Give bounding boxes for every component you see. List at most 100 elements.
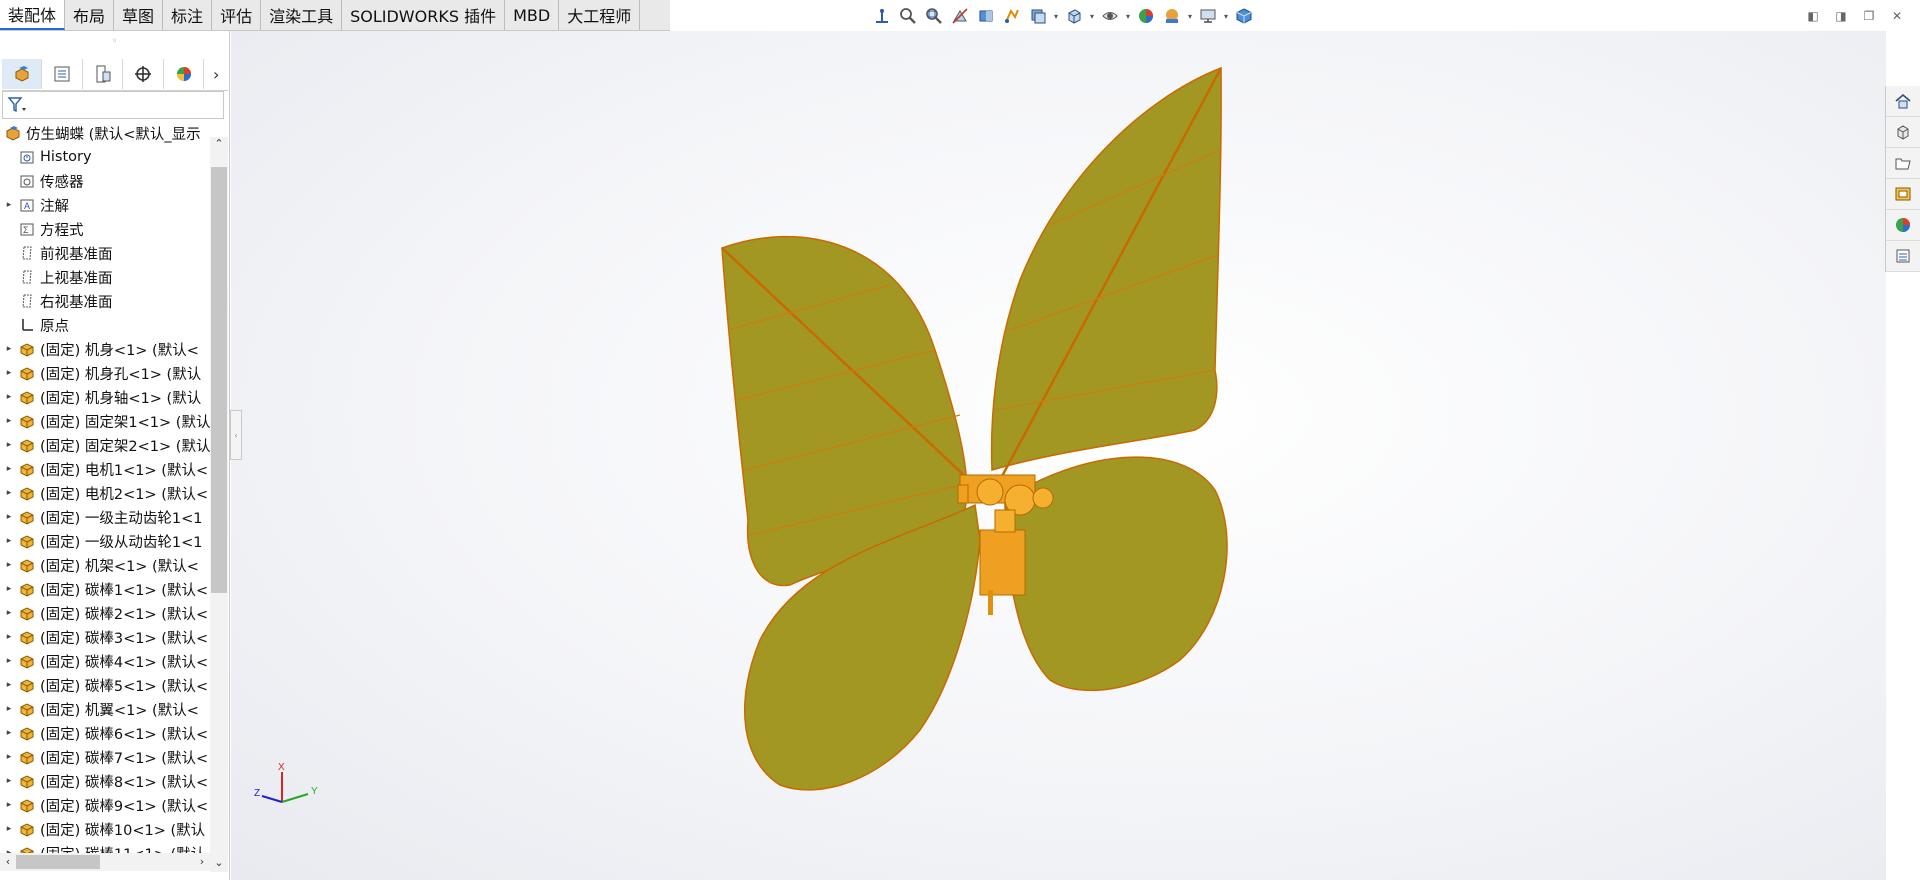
panel-collapse-handle[interactable]: ‹ [230,410,242,460]
scroll-right-icon[interactable]: › [194,853,210,871]
scroll-up-icon[interactable]: ⌃ [210,137,228,153]
tree-item[interactable]: ▸ A 注解 [0,193,210,217]
3d-view-icon[interactable] [1232,4,1256,28]
hide-show-icon[interactable] [1098,4,1122,28]
expand-arrow-icon[interactable]: ▸ [0,656,18,666]
expand-arrow-icon[interactable]: ▸ [0,488,18,498]
tree-item[interactable]: Σ 方程式 [0,217,210,241]
tree-item[interactable]: ▸ (固定) 碳棒7<1> (默认< [0,745,210,769]
tree-item[interactable]: ▸ (固定) 电机1<1> (默认< [0,457,210,481]
expand-arrow-icon[interactable]: ▸ [0,200,18,210]
custom-properties-icon[interactable] [1886,241,1920,272]
expand-arrow-icon[interactable]: ▸ [0,368,18,378]
tree-item[interactable]: 右视基准面 [0,289,210,313]
butterfly-model[interactable] [231,31,1886,880]
tree-item[interactable]: ▸ (固定) 碳棒2<1> (默认< [0,601,210,625]
panel-grip-icon[interactable]: ◦ [0,31,229,51]
tree-item[interactable]: ▸ (固定) 电机2<1> (默认< [0,481,210,505]
tab-7[interactable]: MBD [505,0,560,30]
tree-item[interactable]: 传感器 [0,169,210,193]
tree-item[interactable]: ▸ (固定) 机身<1> (默认< [0,337,210,361]
expand-arrow-icon[interactable]: ▸ [0,416,18,426]
property-manager-tab[interactable] [42,59,83,89]
file-explorer-icon[interactable] [1886,148,1920,179]
expand-arrow-icon[interactable]: ▸ [0,728,18,738]
expand-arrow-icon[interactable]: ▸ [0,464,18,474]
tree-item[interactable]: ▸ (固定) 机身轴<1> (默认 [0,385,210,409]
filter-icon[interactable] [7,96,27,114]
previous-view-icon[interactable] [948,4,972,28]
graphics-area[interactable] [231,31,1886,880]
tab-0[interactable]: 装配体 [0,0,66,30]
tree-item[interactable]: ▸ (固定) 机翼<1> (默认< [0,697,210,721]
tree-item[interactable]: ▸ (固定) 碳棒8<1> (默认< [0,769,210,793]
configuration-manager-tab[interactable] [83,59,124,89]
display-style-dropdown-icon[interactable]: ▾ [1088,4,1096,28]
tree-item[interactable]: ▸ (固定) 碳棒3<1> (默认< [0,625,210,649]
tab-6[interactable]: SOLIDWORKS 插件 [342,0,506,30]
tree-item[interactable]: ▸ (固定) 机架<1> (默认< [0,553,210,577]
tree-item[interactable]: ▸ (固定) 碳棒6<1> (默认< [0,721,210,745]
edit-appearance-icon[interactable] [1134,4,1158,28]
expand-arrow-icon[interactable]: ▸ [0,512,18,522]
zoom-area-icon[interactable] [922,4,946,28]
expand-arrow-icon[interactable]: ▸ [0,440,18,450]
expand-arrow-icon[interactable]: ▸ [0,752,18,762]
apply-scene-dropdown-icon[interactable]: ▾ [1186,4,1194,28]
hscrollbar-thumb[interactable] [16,855,100,869]
display-style-icon[interactable] [1062,4,1086,28]
feature-manager-tab[interactable] [2,59,43,89]
section-view-icon[interactable] [974,4,998,28]
view-setting-icon[interactable] [1196,4,1220,28]
chevron-right-icon[interactable]: › [204,59,228,89]
tree-item[interactable]: ▸ (固定) 机身孔<1> (默认 [0,361,210,385]
expand-arrow-icon[interactable]: ▸ [0,344,18,354]
expand-arrow-icon[interactable]: ▸ [0,800,18,810]
apply-scene-icon[interactable] [1160,4,1184,28]
tree-horizontal-scrollbar[interactable]: ‹ › [0,853,210,871]
view-settings-icon[interactable] [1026,4,1050,28]
tree-item[interactable]: ▸ (固定) 一级主动齿轮1<1 [0,505,210,529]
scroll-left-icon[interactable]: ‹ [0,853,16,871]
filter-bar[interactable] [2,91,224,119]
scroll-down-icon[interactable]: ⌄ [210,856,228,872]
hide-show-dropdown-icon[interactable]: ▾ [1124,4,1132,28]
expand-arrow-icon[interactable]: ▸ [0,608,18,618]
tree-item[interactable]: ▸ (固定) 碳棒5<1> (默认< [0,673,210,697]
tree-item[interactable]: History [0,145,210,169]
tile-left-icon[interactable]: ◧ [1804,7,1822,25]
tab-1[interactable]: 布局 [65,0,115,30]
display-manager-tab[interactable] [164,59,205,89]
expand-arrow-icon[interactable]: ▸ [0,632,18,642]
tree-item[interactable]: ▸ (固定) 碳棒10<1> (默认 [0,817,210,841]
dynamic-annotation-icon[interactable] [1000,4,1024,28]
expand-arrow-icon[interactable]: ▸ [0,392,18,402]
tree-item[interactable]: 前视基准面 [0,241,210,265]
expand-arrow-icon[interactable]: ▸ [0,536,18,546]
zoom-to-fit-icon[interactable] [896,4,920,28]
design-library-icon[interactable] [1886,117,1920,148]
home-icon[interactable] [1886,86,1920,117]
tab-2[interactable]: 草图 [114,0,164,30]
tree-item[interactable]: 原点 [0,313,210,337]
tree-item[interactable]: ▸ (固定) 固定架1<1> (默认 [0,409,210,433]
tree-vertical-scrollbar[interactable]: ⌃ ⌄ [210,137,228,872]
tab-3[interactable]: 标注 [163,0,213,30]
tree-item[interactable]: ▸ (固定) 碳棒4<1> (默认< [0,649,210,673]
tree-item[interactable]: ▸ (固定) 碳棒9<1> (默认< [0,793,210,817]
view-settings-dropdown-icon[interactable]: ▾ [1052,4,1060,28]
close-icon[interactable]: ✕ [1888,7,1906,25]
dimxpert-manager-tab[interactable] [123,59,164,89]
tree-item[interactable]: ▸ (固定) 固定架2<1> (默认 [0,433,210,457]
tab-5[interactable]: 渲染工具 [261,0,343,30]
tree-root[interactable]: 仿生蝴蝶 (默认<默认_显示 [0,121,210,145]
expand-arrow-icon[interactable]: ▸ [0,704,18,714]
view-orientation-icon[interactable] [870,4,894,28]
expand-arrow-icon[interactable]: ▸ [0,584,18,594]
tab-4[interactable]: 评估 [212,0,262,30]
restore-icon[interactable]: ❐ [1860,7,1878,25]
expand-arrow-icon[interactable]: ▸ [0,824,18,834]
expand-arrow-icon[interactable]: ▸ [0,776,18,786]
appearances-icon[interactable] [1886,210,1920,241]
tree-item[interactable]: 上视基准面 [0,265,210,289]
